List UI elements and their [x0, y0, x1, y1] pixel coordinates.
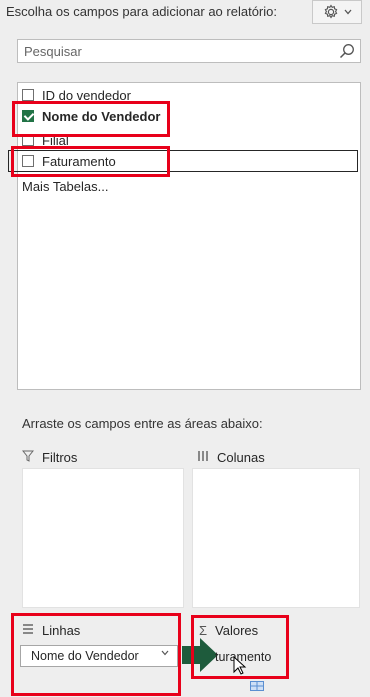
more-tables-link[interactable]: Mais Tabelas... — [22, 179, 108, 194]
chevron-down-icon — [344, 9, 352, 15]
filters-area-header: Filtros — [21, 447, 78, 467]
columns-area-header: Colunas — [197, 447, 265, 467]
columns-drop-zone[interactable] — [192, 468, 360, 608]
search-box[interactable] — [17, 39, 361, 63]
highlight-box-values — [191, 615, 289, 679]
panel-title: Escolha os campos para adicionar ao rela… — [6, 4, 277, 19]
highlight-box-rows — [11, 613, 181, 696]
areas-instruction: Arraste os campos entre as áreas abaixo: — [22, 416, 263, 431]
filters-label: Filtros — [42, 449, 78, 465]
field-checkbox[interactable] — [22, 89, 34, 101]
gear-icon — [323, 4, 339, 20]
columns-icon — [197, 450, 209, 465]
search-input[interactable] — [24, 42, 324, 60]
filters-drop-zone[interactable] — [22, 468, 184, 608]
search-icon[interactable] — [339, 43, 355, 64]
columns-label: Colunas — [217, 449, 265, 465]
highlight-box-nome-vendedor — [12, 101, 170, 137]
settings-button[interactable] — [312, 0, 362, 24]
highlight-box-faturamento — [11, 146, 170, 177]
filter-icon — [21, 450, 35, 465]
field-drag-icon — [250, 678, 264, 696]
